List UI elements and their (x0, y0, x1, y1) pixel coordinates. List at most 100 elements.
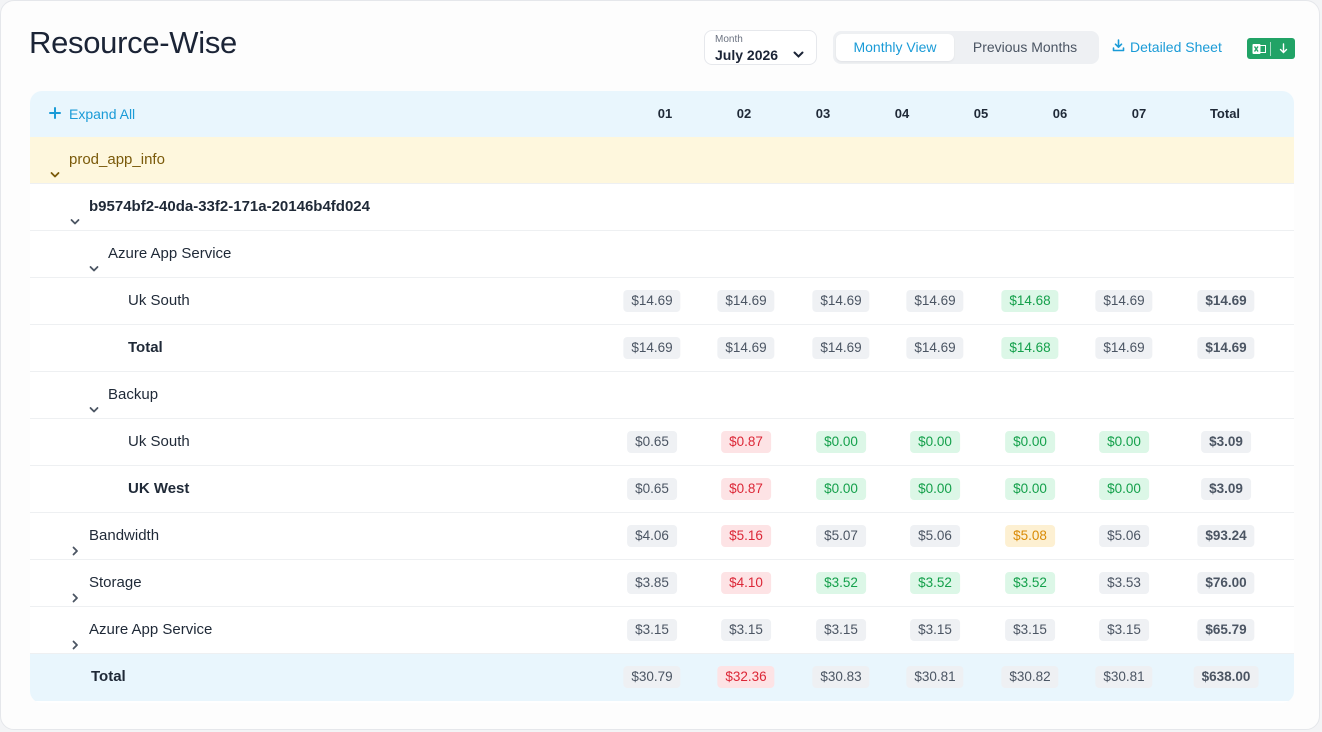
row-label-text: Total (91, 668, 126, 685)
column-header-02: 02 (736, 106, 752, 121)
download-icon (1112, 39, 1125, 55)
column-header-07: 07 (1131, 106, 1147, 121)
expand-all-button[interactable]: Expand All (49, 91, 135, 137)
cost-value: $3.52 (1005, 572, 1055, 594)
cost-value: $0.00 (910, 478, 960, 500)
table-row[interactable]: Azure App Service $3.15 $3.15 $3.15 $3.15 $3.… (30, 607, 1294, 654)
excel-icon (1247, 43, 1270, 55)
cost-value: $0.00 (1099, 431, 1149, 453)
row-total-value: $3.09 (1201, 478, 1251, 500)
previous-months-tab[interactable]: Previous Months (954, 34, 1096, 61)
chevron-down-icon[interactable] (69, 201, 81, 225)
row-label-text: Uk South (128, 292, 190, 309)
cost-value: $0.00 (1099, 478, 1149, 500)
cost-value: $14.69 (812, 290, 870, 312)
chevron-right-icon[interactable] (69, 624, 81, 650)
cost-value: $5.07 (816, 525, 866, 547)
row-label-text: Uk South (128, 433, 190, 450)
cost-value: $4.10 (721, 572, 771, 594)
row-label-text: prod_app_info (69, 151, 165, 168)
excel-download-button[interactable] (1247, 38, 1295, 59)
row-label: Azure App Service (88, 231, 231, 277)
detailed-sheet-button[interactable]: Detailed Sheet (1112, 39, 1222, 55)
column-header-03: 03 (815, 106, 831, 121)
row-label-text: Azure App Service (108, 245, 232, 262)
cost-value: $14.68 (1001, 337, 1059, 359)
plus-icon (49, 91, 61, 137)
table-row: Uk South $14.69 $14.69 $14.69 $14.69 $14.68 $1… (30, 278, 1294, 325)
row-total-value: $638.00 (1193, 666, 1259, 688)
cost-value: $3.85 (627, 572, 677, 594)
chevron-down-icon[interactable] (88, 389, 100, 413)
cost-value: $0.87 (721, 478, 771, 500)
row-label: Total (91, 654, 126, 700)
table-group-row[interactable]: prod_app_info (30, 137, 1294, 184)
row-label-text: UK West (128, 480, 190, 497)
chevron-right-icon[interactable] (69, 530, 81, 556)
cost-value: $14.69 (1095, 337, 1153, 359)
row-label-text: b9574bf2-40da-33f2-171a-20146b4fd024 (89, 198, 370, 215)
row-total-value: $14.69 (1197, 290, 1255, 312)
chevron-down-icon[interactable] (49, 154, 61, 178)
column-header-04: 04 (894, 106, 910, 121)
table-row[interactable]: Storage $3.85 $4.10 $3.52 $3.52 $3.52 $3.53 $76… (30, 560, 1294, 607)
table-row: Uk South $0.65 $0.87 $0.00 $0.00 $0.00 $0.00 $3… (30, 419, 1294, 466)
row-total-value: $93.24 (1197, 525, 1255, 547)
detailed-sheet-label: Detailed Sheet (1130, 39, 1222, 55)
monthly-view-tab[interactable]: Monthly View (836, 34, 954, 61)
month-select[interactable]: Month July 2026 (704, 30, 817, 65)
cost-value: $0.00 (816, 478, 866, 500)
cost-value: $5.08 (1005, 525, 1055, 547)
row-label: Uk South (128, 419, 190, 465)
cost-value: $5.06 (910, 525, 960, 547)
row-label-text: Total (128, 339, 163, 356)
column-header-06: 06 (1052, 106, 1068, 121)
chevron-right-icon[interactable] (69, 577, 81, 603)
cost-value: $30.79 (623, 666, 681, 688)
cost-value: $3.52 (816, 572, 866, 594)
table-row[interactable]: Azure App Service (30, 231, 1294, 278)
row-label-text: Azure App Service (89, 621, 213, 638)
resource-table: Expand All 01 02 03 04 05 06 07 Total prod_app_… (30, 91, 1294, 703)
cost-value: $14.69 (906, 290, 964, 312)
cost-value: $30.82 (1001, 666, 1059, 688)
row-label: Bandwidth (69, 513, 159, 559)
page-title: Resource-Wise (29, 25, 237, 60)
cost-value: $5.16 (721, 525, 771, 547)
cost-value: $3.15 (910, 619, 960, 641)
row-label: prod_app_info (49, 137, 165, 183)
cost-value: $3.52 (910, 572, 960, 594)
cost-value: $32.36 (717, 666, 775, 688)
cost-value: $14.69 (1095, 290, 1153, 312)
column-header-01: 01 (657, 106, 673, 121)
table-row[interactable]: Backup (30, 372, 1294, 419)
row-total-value: $14.69 (1197, 337, 1255, 359)
table-row: UK West $0.65 $0.87 $0.00 $0.00 $0.00 $0.00 $3.… (30, 466, 1294, 513)
table-row[interactable]: Bandwidth $4.06 $5.16 $5.07 $5.06 $5.08 $5.06 $… (30, 513, 1294, 560)
cost-value: $30.81 (906, 666, 964, 688)
row-label: Backup (88, 372, 158, 418)
row-label: Uk South (128, 278, 190, 324)
cost-value: $0.00 (816, 431, 866, 453)
row-total-value: $65.79 (1197, 619, 1255, 641)
cost-value: $3.15 (721, 619, 771, 641)
month-select-caption: Month (715, 34, 743, 45)
cost-value: $14.69 (717, 290, 775, 312)
row-label-text: Backup (108, 386, 159, 403)
cost-value: $0.87 (721, 431, 771, 453)
month-select-value: July 2026 (715, 47, 779, 63)
row-label: b9574bf2-40da-33f2-171a-20146b4fd024 (69, 184, 370, 230)
chevron-down-icon[interactable] (88, 248, 100, 272)
cost-value: $14.68 (1001, 290, 1059, 312)
cost-value: $30.83 (812, 666, 870, 688)
cost-value: $14.69 (812, 337, 870, 359)
row-total-value: $3.09 (1201, 431, 1251, 453)
table-row[interactable]: b9574bf2-40da-33f2-171a-20146b4fd024 (30, 184, 1294, 231)
cost-value: $14.69 (623, 337, 681, 359)
cost-value: $0.00 (1005, 431, 1055, 453)
row-label: Total (128, 325, 163, 371)
cost-value: $14.69 (717, 337, 775, 359)
cost-value: $30.81 (1095, 666, 1153, 688)
cost-value: $0.00 (910, 431, 960, 453)
cost-value: $5.06 (1099, 525, 1149, 547)
